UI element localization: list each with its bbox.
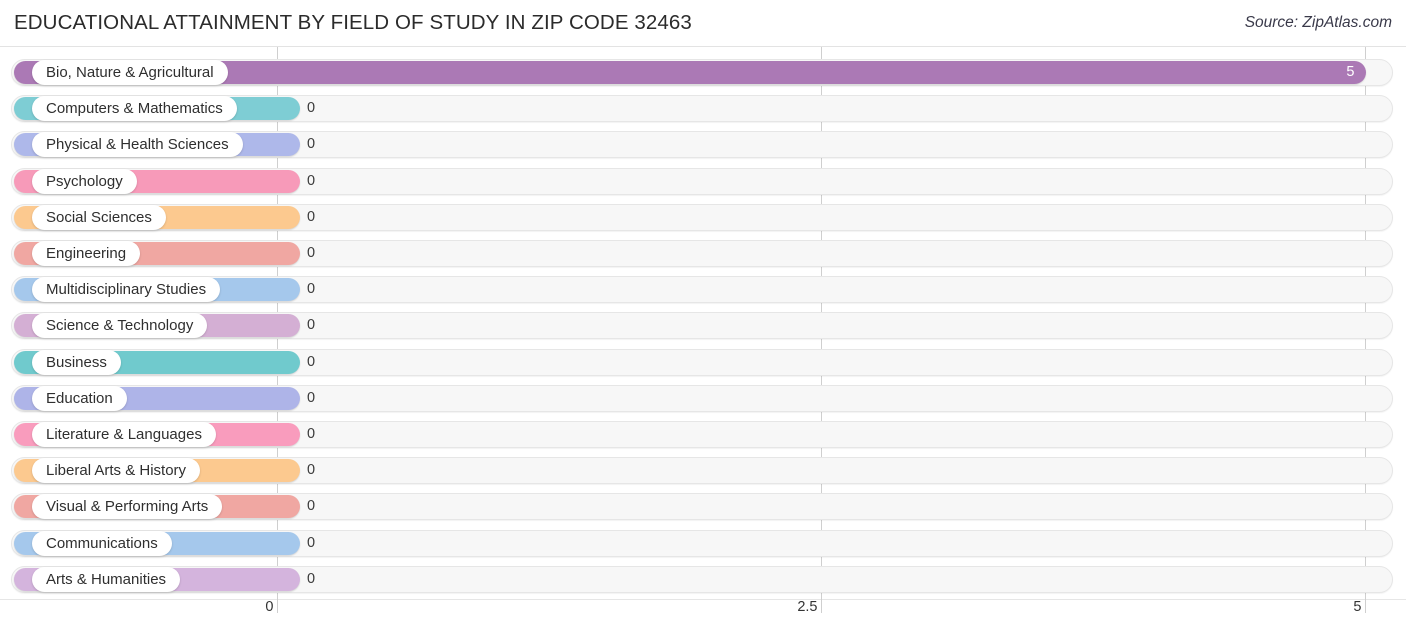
axis-tick-label: 2.5: [797, 599, 818, 615]
category-label: Physical & Health Sciences: [32, 132, 243, 158]
chart-plot-area: Bio, Nature & Agricultural 5 Computers & M…: [0, 47, 1406, 599]
category-label: Education: [32, 385, 127, 411]
category-label: Science & Technology: [32, 313, 208, 339]
value-label: 0: [307, 136, 316, 153]
axis-tick-label: 0: [265, 599, 274, 615]
chart-row[interactable]: Business 0: [0, 346, 1406, 382]
chart-row[interactable]: Physical & Health Sciences 0: [0, 128, 1406, 164]
value-label: 0: [307, 208, 316, 225]
category-label: Visual & Performing Arts: [32, 494, 223, 520]
chart-row[interactable]: Computers & Mathematics 0: [0, 92, 1406, 128]
category-label: Multidisciplinary Studies: [32, 277, 221, 303]
category-label: Liberal Arts & History: [32, 458, 201, 484]
category-label: Computers & Mathematics: [32, 96, 237, 122]
value-label: 0: [307, 172, 316, 189]
category-label: Bio, Nature & Agricultural: [32, 60, 228, 85]
chart-row[interactable]: Multidisciplinary Studies 0: [0, 273, 1406, 309]
category-label: Literature & Languages: [32, 422, 216, 447]
value-label: 0: [307, 281, 316, 298]
source-attribution: Source: ZipAtlas.com: [1244, 14, 1392, 31]
chart-row[interactable]: Visual & Performing Arts 0: [0, 490, 1406, 526]
category-label: Social Sciences: [32, 204, 166, 230]
category-label: Psychology: [32, 168, 137, 194]
value-label: 0: [307, 570, 316, 587]
chart-row[interactable]: Bio, Nature & Agricultural 5: [0, 56, 1406, 92]
value-label: 0: [307, 100, 316, 117]
category-label: Business: [32, 349, 121, 375]
chart-row[interactable]: Science & Technology 0: [0, 309, 1406, 345]
chart-row[interactable]: Education 0: [0, 382, 1406, 418]
value-label: 0: [307, 498, 316, 515]
page-title: EDUCATIONAL ATTAINMENT BY FIELD OF STUDY…: [14, 11, 692, 34]
x-axis: 0 2.5 5: [0, 599, 1406, 632]
chart-row[interactable]: Communications 0: [0, 527, 1406, 563]
value-label: 0: [307, 426, 316, 442]
value-label: 0: [307, 245, 316, 261]
chart-row[interactable]: Literature & Languages 0: [0, 418, 1406, 454]
axis-baseline: [0, 599, 1406, 600]
value-label: 0: [307, 353, 316, 370]
value-label: 0: [307, 462, 316, 479]
value-label: 0: [307, 534, 316, 551]
category-label: Communications: [32, 530, 172, 556]
category-label: Arts & Humanities: [32, 566, 181, 592]
value-label: 0: [307, 317, 316, 334]
chart-row[interactable]: Social Sciences 0: [0, 201, 1406, 237]
chart-row[interactable]: Psychology 0: [0, 165, 1406, 201]
value-label: 0: [307, 389, 316, 406]
chart-row[interactable]: Liberal Arts & History 0: [0, 454, 1406, 490]
chart-header: EDUCATIONAL ATTAINMENT BY FIELD OF STUDY…: [0, 0, 1406, 47]
chart-row[interactable]: Arts & Humanities 0: [0, 563, 1406, 599]
axis-tick-label: 5: [1353, 599, 1362, 615]
chart-row[interactable]: Engineering 0: [0, 237, 1406, 273]
value-label: 5: [1346, 64, 1355, 80]
category-label: Engineering: [32, 241, 141, 266]
